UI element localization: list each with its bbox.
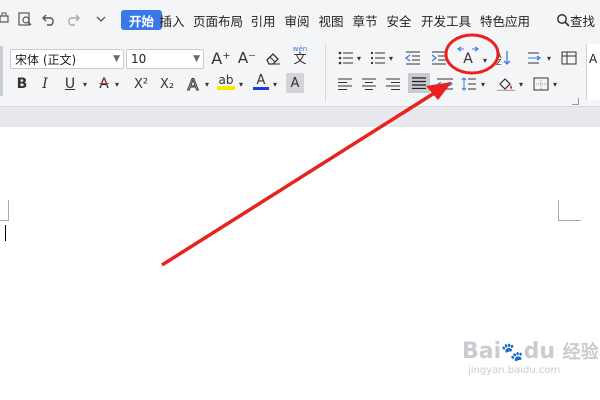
watermark-suffix: 经验: [562, 342, 599, 363]
watermark-brand-2: du: [523, 339, 555, 364]
annotation-arrow: [161, 90, 437, 267]
annotation-circle: [444, 33, 500, 75]
baidu-watermark: Bai🐾du 经验 jingyan.baidu.com: [462, 339, 599, 390]
paw-icon: 🐾: [501, 342, 524, 363]
watermark-url: jingyan.baidu.com: [468, 365, 561, 376]
watermark-brand: Bai: [462, 339, 502, 364]
